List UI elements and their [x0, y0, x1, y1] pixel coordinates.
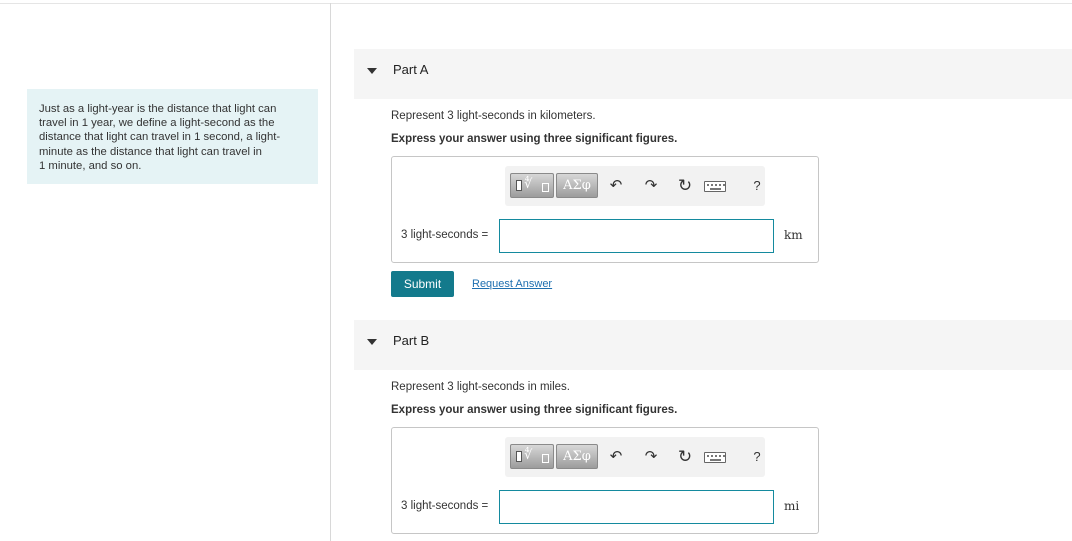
part-b-instruction: Express your answer using three signific… — [391, 404, 678, 416]
intro-line: travel in 1 year, we define a light-seco… — [39, 117, 275, 130]
help-icon[interactable]: ? — [748, 176, 766, 196]
math-toolbar: ∜ ΑΣφ ↶ ↷ ↻ ? — [505, 166, 765, 206]
greek-symbols-button[interactable]: ΑΣφ — [556, 173, 598, 198]
help-icon[interactable]: ? — [748, 447, 766, 467]
triangle-down-icon[interactable] — [367, 339, 377, 345]
math-toolbar: ∜ ΑΣφ ↶ ↷ ↻ ? — [505, 437, 765, 477]
part-a-question: Represent 3 light-seconds in kilometers. — [391, 110, 596, 122]
intro-line: minute as the distance that light can tr… — [39, 145, 262, 158]
submit-button[interactable]: Submit — [391, 271, 454, 297]
undo-icon[interactable]: ↶ — [607, 176, 625, 196]
keyboard-icon[interactable] — [704, 452, 726, 463]
answer-label: 3 light-seconds = — [401, 500, 489, 512]
part-a-title: Part A — [393, 62, 429, 77]
keyboard-icon[interactable] — [704, 181, 726, 192]
answer-unit: km — [784, 228, 803, 242]
greek-symbols-button[interactable]: ΑΣφ — [556, 444, 598, 469]
intro-line: Just as a light-year is the distance tha… — [39, 103, 277, 115]
part-b-question: Represent 3 light-seconds in miles. — [391, 381, 570, 393]
answer-input[interactable] — [499, 219, 774, 253]
intro-line: 1 minute, and so on. — [39, 159, 142, 172]
reset-icon[interactable]: ↻ — [676, 447, 694, 467]
intro-line: distance that light can travel in 1 seco… — [39, 131, 281, 144]
redo-icon[interactable]: ↷ — [642, 176, 660, 196]
redo-icon[interactable]: ↷ — [642, 447, 660, 467]
templates-icon[interactable]: ∜ — [510, 444, 554, 469]
part-b-title: Part B — [393, 333, 430, 348]
answer-input[interactable] — [499, 490, 774, 524]
column-divider — [330, 3, 331, 541]
answer-unit: mi — [784, 499, 800, 513]
part-b-header[interactable]: Part B — [354, 320, 1072, 370]
answer-label: 3 light-seconds = — [401, 229, 489, 241]
reset-icon[interactable]: ↻ — [676, 176, 694, 196]
part-a-answer-box: ∜ ΑΣφ ↶ ↷ ↻ ? 3 light-seconds = km — [391, 156, 819, 263]
templates-icon[interactable]: ∜ — [510, 173, 554, 198]
request-answer-link[interactable]: Request Answer — [472, 278, 552, 290]
part-a-instruction: Express your answer using three signific… — [391, 133, 678, 145]
problem-intro: Just as a light-year is the distance tha… — [27, 89, 318, 184]
undo-icon[interactable]: ↶ — [607, 447, 625, 467]
triangle-down-icon[interactable] — [367, 68, 377, 74]
top-border — [0, 3, 1072, 4]
part-b-answer-box: ∜ ΑΣφ ↶ ↷ ↻ ? 3 light-seconds = mi — [391, 427, 819, 534]
part-a-header[interactable]: Part A — [354, 49, 1072, 99]
